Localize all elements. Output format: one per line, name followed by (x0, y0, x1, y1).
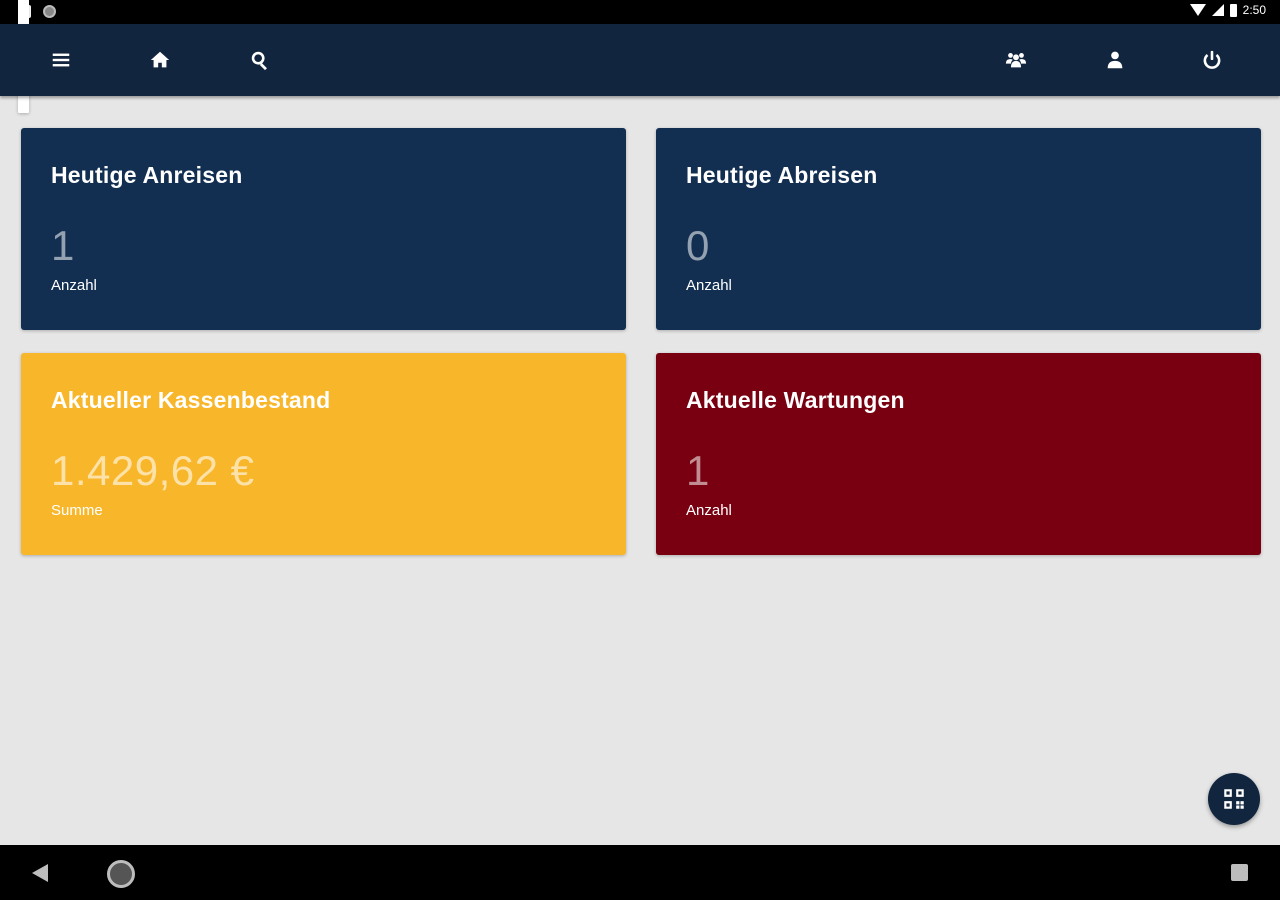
wifi-icon (1189, 4, 1206, 16)
card-value: 1 (686, 447, 710, 494)
status-bar-left (18, 0, 56, 113)
card-caption: Anzahl (686, 277, 732, 294)
group-button[interactable] (1002, 46, 1030, 74)
card-title: Aktuelle Wartungen (686, 387, 905, 413)
card-title: Heutige Anreisen (51, 162, 243, 188)
power-button[interactable] (1198, 46, 1226, 74)
qr-scan-button[interactable] (1208, 773, 1260, 825)
app-bar (0, 24, 1280, 96)
sync-icon (43, 5, 56, 18)
system-nav-bar (0, 845, 1280, 900)
card-maintenance[interactable]: Aktuelle Wartungen 1 Anzahl (656, 353, 1261, 555)
card-cash-balance[interactable]: Aktueller Kassenbestand 1.429,62 € Summe (21, 353, 626, 555)
group-icon (1005, 53, 1027, 68)
card-caption: Summe (51, 502, 103, 519)
power-icon (1203, 50, 1221, 69)
search-icon (251, 51, 267, 71)
status-bar: 2:50 (0, 0, 1280, 113)
back-icon[interactable] (32, 864, 48, 882)
recents-icon[interactable] (1231, 864, 1248, 881)
battery-icon (1229, 3, 1237, 17)
card-value: 1 (51, 222, 75, 269)
menu-icon (52, 53, 70, 67)
home-button[interactable] (146, 46, 174, 74)
signal-icon (1211, 4, 1224, 16)
user-icon (1107, 51, 1123, 69)
user-button[interactable] (1101, 46, 1129, 74)
card-caption: Anzahl (686, 502, 732, 519)
card-title: Aktueller Kassenbestand (51, 387, 331, 413)
card-title: Heutige Abreisen (686, 162, 878, 188)
card-caption: Anzahl (51, 277, 97, 294)
card-todays-departures[interactable]: Heutige Abreisen 0 Anzahl (656, 128, 1261, 330)
home-icon (150, 51, 170, 68)
qr-code-icon (1224, 789, 1244, 809)
status-bar-right: 2:50 (1189, 3, 1266, 17)
card-value: 1.429,62 € (51, 447, 255, 494)
card-value: 0 (686, 222, 710, 269)
search-button[interactable] (246, 46, 274, 74)
menu-button[interactable] (47, 46, 75, 74)
card-todays-arrivals[interactable]: Heutige Anreisen 1 Anzahl (21, 128, 626, 330)
home-circle-icon[interactable] (107, 860, 135, 888)
status-clock: 2:50 (1242, 3, 1266, 17)
